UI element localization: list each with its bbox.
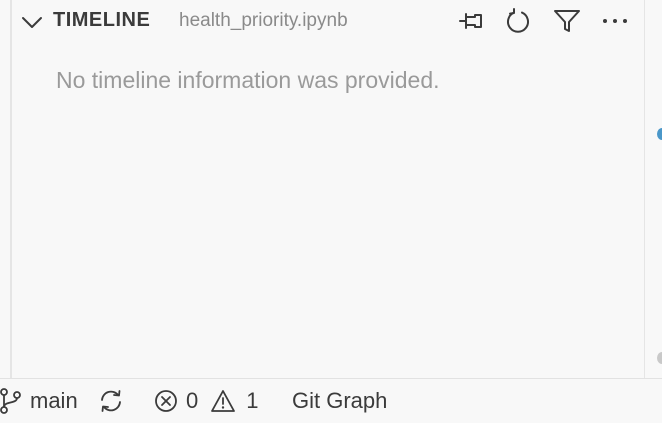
sync-button[interactable]: [97, 379, 125, 423]
timeline-title: TIMELINE: [53, 9, 151, 31]
warning-count: 1: [246, 388, 259, 413]
error-icon: [154, 389, 178, 413]
git-branch-icon: [0, 388, 22, 414]
scrollbar-indicator-bottom: [657, 352, 662, 364]
timeline-panel: TIMELINE health_priority.ipynb No timeli…: [12, 0, 644, 378]
refresh-icon: [505, 8, 531, 34]
filter-icon: [553, 8, 581, 34]
branch-name: main: [30, 388, 78, 413]
sync-icon: [97, 389, 125, 413]
pin-icon: [458, 10, 484, 32]
branch-status-item[interactable]: main: [0, 379, 78, 423]
status-bar: main 0 1 Git Graph: [0, 378, 662, 422]
timeline-file-name: health_priority.ipynb: [179, 10, 348, 31]
chevron-down-icon[interactable]: [20, 10, 44, 34]
git-graph-button[interactable]: Git Graph: [292, 379, 387, 423]
problems-status-item[interactable]: 0 1: [154, 379, 259, 423]
timeline-header[interactable]: TIMELINE health_priority.ipynb: [12, 0, 644, 42]
git-graph-label: Git Graph: [292, 388, 388, 413]
scrollbar-indicator: [657, 128, 662, 140]
more-icon: [602, 17, 628, 25]
filter-button[interactable]: [552, 6, 582, 36]
warning-icon: [210, 389, 236, 413]
error-count: 0: [186, 388, 199, 413]
timeline-empty-message: No timeline information was provided.: [56, 67, 440, 93]
more-actions-button[interactable]: [600, 6, 630, 36]
panel-right-border: [644, 0, 645, 378]
refresh-button[interactable]: [503, 6, 533, 36]
pin-button[interactable]: [456, 6, 486, 36]
